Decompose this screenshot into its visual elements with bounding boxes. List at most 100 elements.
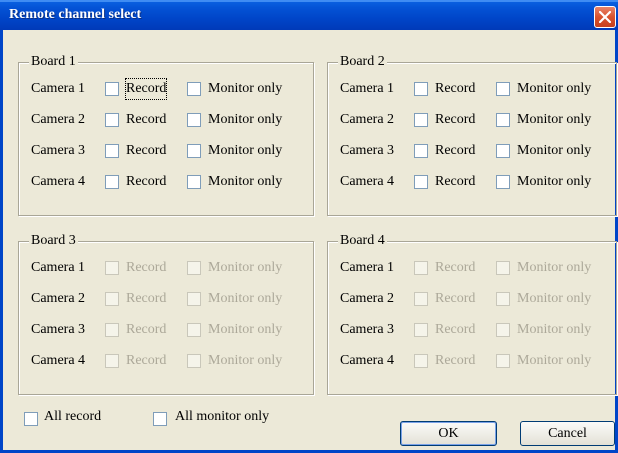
record-label: Record bbox=[126, 174, 167, 189]
monitor-only-checkbox[interactable] bbox=[187, 175, 201, 189]
monitor-only-label: Monitor only bbox=[517, 291, 592, 306]
monitor-only-label: Monitor only bbox=[517, 112, 592, 127]
board-3-camera-4-row: Camera 4 Record Monitor only bbox=[31, 351, 311, 371]
monitor-only-checkbox[interactable] bbox=[496, 175, 510, 189]
monitor-only-checkbox bbox=[187, 323, 201, 337]
record-label: Record bbox=[126, 353, 167, 368]
monitor-only-label: Monitor only bbox=[208, 322, 283, 337]
board-2-camera-4-row: Camera 4 Record Monitor only bbox=[340, 172, 618, 192]
camera-label: Camera 1 bbox=[31, 81, 86, 96]
monitor-only-checkbox[interactable] bbox=[187, 113, 201, 127]
record-checkbox bbox=[105, 292, 119, 306]
camera-label: Camera 2 bbox=[340, 291, 395, 306]
all-record-checkbox[interactable] bbox=[24, 412, 38, 426]
monitor-only-label: Monitor only bbox=[208, 291, 283, 306]
camera-label: Camera 1 bbox=[340, 260, 395, 275]
camera-label: Camera 1 bbox=[340, 81, 395, 96]
record-checkbox[interactable] bbox=[105, 113, 119, 127]
camera-label: Camera 3 bbox=[340, 143, 395, 158]
record-label: Record bbox=[435, 260, 476, 275]
board-1-camera-3-row: Camera 3 Record Monitor only bbox=[31, 141, 311, 161]
board-4-camera-4-row: Camera 4 Record Monitor only bbox=[340, 351, 618, 371]
board-1-camera-4-row: Camera 4 Record Monitor only bbox=[31, 172, 311, 192]
monitor-only-checkbox bbox=[187, 292, 201, 306]
all-monitor-label: All monitor only bbox=[175, 409, 270, 424]
window-title: Remote channel select bbox=[9, 7, 142, 22]
board-3-title: Board 3 bbox=[29, 233, 78, 249]
monitor-only-checkbox[interactable] bbox=[496, 82, 510, 96]
board-3-group: Board 3 Camera 1 Record Monitor only Camera… bbox=[18, 233, 314, 395]
close-button[interactable] bbox=[594, 6, 616, 28]
all-monitor-checkbox[interactable] bbox=[153, 412, 167, 426]
monitor-only-checkbox bbox=[496, 261, 510, 275]
board-1-camera-1-row: Camera 1 Record Monitor only bbox=[31, 78, 311, 100]
board-4-camera-1-row: Camera 1 Record Monitor only bbox=[340, 258, 618, 278]
record-checkbox bbox=[105, 354, 119, 368]
record-label: Record bbox=[435, 353, 476, 368]
board-2-camera-3-row: Camera 3 Record Monitor only bbox=[340, 141, 618, 161]
record-label: Record bbox=[435, 291, 476, 306]
board-2-title: Board 2 bbox=[338, 54, 387, 70]
record-checkbox bbox=[414, 354, 428, 368]
record-label: Record bbox=[435, 112, 476, 127]
record-checkbox[interactable] bbox=[414, 82, 428, 96]
camera-label: Camera 2 bbox=[31, 291, 86, 306]
monitor-only-checkbox[interactable] bbox=[496, 113, 510, 127]
monitor-only-label: Monitor only bbox=[517, 322, 592, 337]
board-1-title: Board 1 bbox=[29, 54, 78, 70]
record-checkbox bbox=[105, 261, 119, 275]
board-2-group: Board 2 Camera 1 Record Monitor only Camera… bbox=[327, 54, 618, 216]
board-2-camera-2-row: Camera 2 Record Monitor only bbox=[340, 110, 618, 130]
monitor-only-label: Monitor only bbox=[517, 260, 592, 275]
monitor-only-label: Monitor only bbox=[208, 174, 283, 189]
monitor-only-checkbox[interactable] bbox=[187, 144, 201, 158]
record-checkbox bbox=[414, 261, 428, 275]
monitor-only-checkbox bbox=[187, 354, 201, 368]
record-label: Record bbox=[435, 81, 476, 96]
camera-label: Camera 3 bbox=[31, 322, 86, 337]
board-4-camera-2-row: Camera 2 Record Monitor only bbox=[340, 289, 618, 309]
camera-label: Camera 4 bbox=[31, 174, 86, 189]
record-label: Record bbox=[435, 322, 476, 337]
ok-button[interactable]: OK bbox=[400, 421, 497, 446]
record-label: Record bbox=[124, 78, 168, 100]
camera-label: Camera 4 bbox=[340, 353, 395, 368]
record-checkbox[interactable] bbox=[414, 144, 428, 158]
record-checkbox[interactable] bbox=[414, 175, 428, 189]
monitor-only-checkbox[interactable] bbox=[187, 82, 201, 96]
monitor-only-label: Monitor only bbox=[208, 143, 283, 158]
record-checkbox[interactable] bbox=[414, 113, 428, 127]
record-checkbox[interactable] bbox=[105, 175, 119, 189]
board-4-group: Board 4 Camera 1 Record Monitor only Camera… bbox=[327, 233, 618, 395]
board-4-camera-3-row: Camera 3 Record Monitor only bbox=[340, 320, 618, 340]
record-label: Record bbox=[126, 322, 167, 337]
record-label: Record bbox=[126, 291, 167, 306]
board-2-camera-1-row: Camera 1 Record Monitor only bbox=[340, 79, 618, 99]
record-checkbox[interactable] bbox=[105, 144, 119, 158]
board-1-group: Board 1 Camera 1 Record Monitor only Camera… bbox=[18, 54, 314, 216]
camera-label: Camera 4 bbox=[340, 174, 395, 189]
cancel-button[interactable]: Cancel bbox=[520, 421, 615, 446]
camera-label: Camera 3 bbox=[31, 143, 86, 158]
title-bar[interactable]: Remote channel select bbox=[0, 0, 618, 30]
monitor-only-label: Monitor only bbox=[517, 353, 592, 368]
monitor-only-label: Monitor only bbox=[517, 143, 592, 158]
record-label: Record bbox=[126, 143, 167, 158]
board-3-camera-3-row: Camera 3 Record Monitor only bbox=[31, 320, 311, 340]
monitor-only-checkbox bbox=[496, 354, 510, 368]
record-checkbox[interactable] bbox=[105, 82, 119, 96]
record-checkbox bbox=[414, 323, 428, 337]
monitor-only-checkbox[interactable] bbox=[496, 144, 510, 158]
monitor-only-checkbox bbox=[187, 261, 201, 275]
record-checkbox bbox=[414, 292, 428, 306]
board-1-camera-2-row: Camera 2 Record Monitor only bbox=[31, 110, 311, 130]
all-record-label: All record bbox=[44, 409, 102, 424]
board-3-camera-1-row: Camera 1 Record Monitor only bbox=[31, 258, 311, 278]
record-label: Record bbox=[126, 112, 167, 127]
record-label: Record bbox=[435, 143, 476, 158]
monitor-only-checkbox bbox=[496, 292, 510, 306]
camera-label: Camera 1 bbox=[31, 260, 86, 275]
monitor-only-label: Monitor only bbox=[208, 81, 283, 96]
record-label: Record bbox=[126, 260, 167, 275]
camera-label: Camera 2 bbox=[340, 112, 395, 127]
